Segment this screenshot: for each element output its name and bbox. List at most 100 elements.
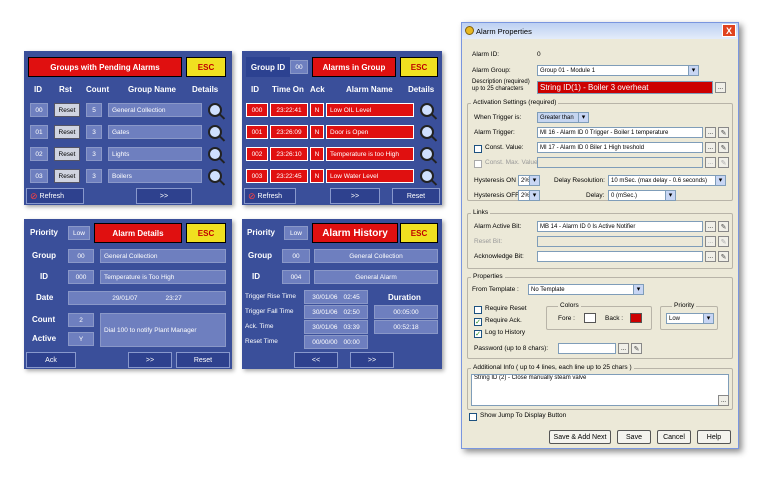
row-time: 23:26:09 bbox=[270, 125, 308, 139]
reset-button[interactable]: Reset bbox=[54, 125, 80, 139]
priority-select[interactable]: Low bbox=[666, 313, 714, 324]
refresh-label: Refresh bbox=[39, 192, 65, 200]
edit-pencil-icon[interactable]: ✎ bbox=[718, 142, 729, 153]
refresh-label: Refresh bbox=[257, 192, 283, 200]
alarm-active-bit-input[interactable]: MB 14 - Alarm ID 0 Is Active Notifier bbox=[537, 221, 703, 232]
hysteresis-on-label: Hysteresis ON bbox=[474, 177, 516, 184]
edit-pencil-icon[interactable]: ✎ bbox=[718, 127, 729, 138]
acknowledge-bit-input[interactable] bbox=[537, 251, 703, 262]
browse-button[interactable]: ... bbox=[705, 251, 716, 262]
reset-button[interactable]: Reset bbox=[54, 103, 80, 117]
const-value-checkbox[interactable] bbox=[474, 145, 482, 153]
refresh-button[interactable]: ⊘ Refresh bbox=[26, 188, 84, 204]
row-ack[interactable]: N bbox=[310, 125, 324, 139]
col-group-name: Group Name bbox=[128, 85, 177, 94]
details-magnifier-icon[interactable] bbox=[208, 147, 222, 161]
show-jump-checkbox[interactable] bbox=[469, 413, 477, 421]
active-label: Active bbox=[32, 334, 57, 343]
reset-button[interactable]: Reset bbox=[54, 147, 80, 161]
details-magnifier-icon[interactable] bbox=[420, 125, 434, 139]
row-time: 23:22:45 bbox=[270, 169, 308, 183]
template-select[interactable]: No Template bbox=[528, 284, 644, 295]
details-magnifier-icon[interactable] bbox=[208, 103, 222, 117]
browse-button: ... bbox=[705, 157, 716, 168]
next-page-button[interactable]: >> bbox=[128, 352, 172, 368]
require-reset-checkbox[interactable] bbox=[474, 306, 482, 314]
fore-color-swatch[interactable] bbox=[584, 313, 596, 323]
delay-resolution-select[interactable]: 10 mSec. (max delay - 0.6 seconds) bbox=[608, 175, 726, 186]
details-magnifier-icon[interactable] bbox=[420, 103, 434, 117]
hysteresis-off-label: Hysteresis OFF bbox=[474, 192, 520, 199]
alarm-id-value: 004 bbox=[282, 270, 310, 284]
next-page-button[interactable]: >> bbox=[330, 188, 380, 204]
ack-button[interactable]: Ack bbox=[26, 352, 76, 368]
row-ack[interactable]: N bbox=[310, 147, 324, 161]
edit-pencil-icon[interactable]: ✎ bbox=[631, 343, 642, 354]
alarm-active-bit-label: Alarm Active Bit: bbox=[474, 223, 522, 230]
browse-button[interactable]: ... bbox=[718, 395, 729, 406]
history-time: 00:00 bbox=[343, 338, 360, 346]
log-history-checkbox[interactable]: ✓ bbox=[474, 330, 482, 338]
history-row-label: Ack. Time bbox=[245, 323, 274, 330]
edit-pencil-icon: ✎ bbox=[718, 236, 729, 247]
duration-label: Duration bbox=[388, 293, 421, 302]
row-ack[interactable]: N bbox=[310, 169, 324, 183]
details-magnifier-icon[interactable] bbox=[208, 169, 222, 183]
history-row-datetime: 30/01/06 02:50 bbox=[304, 305, 368, 319]
const-max-checkbox[interactable] bbox=[474, 160, 482, 168]
delay-select[interactable]: 0 (mSec.) bbox=[608, 190, 676, 201]
history-row-datetime: 30/01/06 03:39 bbox=[304, 320, 368, 334]
description-input[interactable]: String ID(1) - Boiler 3 overheat bbox=[537, 81, 713, 94]
row-alarm-name: Low OIL Level bbox=[326, 103, 414, 117]
alarm-group-select[interactable]: Group 01 - Module 1 bbox=[537, 65, 699, 76]
save-and-add-next-button[interactable]: Save & Add Next bbox=[549, 430, 611, 444]
save-button[interactable]: Save bbox=[617, 430, 651, 444]
hysteresis-on-select[interactable]: 2% bbox=[518, 175, 540, 186]
browse-button[interactable]: ... bbox=[705, 221, 716, 232]
additional-info-textarea[interactable]: String ID (2) - Close manually steam val… bbox=[471, 374, 729, 406]
history-row-datetime: 00/00/00 00:00 bbox=[304, 335, 368, 349]
colors-legend: Colors bbox=[558, 302, 581, 309]
prev-page-button[interactable]: << bbox=[294, 352, 338, 368]
esc-button[interactable]: ESC bbox=[400, 223, 438, 243]
col-ack: Ack bbox=[310, 85, 325, 94]
back-color-swatch[interactable] bbox=[630, 313, 642, 323]
row-time: 23:22:41 bbox=[270, 103, 308, 117]
reset-button[interactable]: Reset bbox=[176, 352, 230, 368]
password-input[interactable] bbox=[558, 343, 616, 354]
alarm-trigger-input[interactable]: MI 16 - Alarm ID 0 Trigger - Boiler 1 te… bbox=[537, 127, 703, 138]
row-alarm-name: Temperature is too High bbox=[326, 147, 414, 161]
row-count: 3 bbox=[86, 169, 102, 183]
next-page-button[interactable]: >> bbox=[136, 188, 192, 204]
browse-button[interactable]: ... bbox=[705, 127, 716, 138]
alarm-group-label: Alarm Group: bbox=[472, 67, 511, 74]
reset-button[interactable]: Reset bbox=[54, 169, 80, 183]
password-label: Password (up to 8 chars): bbox=[474, 345, 549, 352]
browse-button[interactable]: ... bbox=[715, 82, 726, 93]
properties-legend: Properties bbox=[471, 273, 505, 280]
help-button[interactable]: Help bbox=[697, 430, 731, 444]
edit-pencil-icon[interactable]: ✎ bbox=[718, 221, 729, 232]
when-trigger-select[interactable]: Greater than bbox=[537, 112, 589, 123]
const-max-label: Const. Max. Value: bbox=[485, 159, 540, 166]
require-ack-checkbox[interactable]: ✓ bbox=[474, 318, 482, 326]
close-button[interactable]: X bbox=[722, 24, 736, 37]
hysteresis-off-select[interactable]: 2% bbox=[518, 190, 540, 201]
browse-button[interactable]: ... bbox=[705, 142, 716, 153]
next-page-button[interactable]: >> bbox=[350, 352, 394, 368]
row-alarm-name: Low Water Level bbox=[326, 169, 414, 183]
refresh-button[interactable]: ⊘ Refresh bbox=[244, 188, 296, 204]
esc-button[interactable]: ESC bbox=[400, 57, 438, 77]
esc-button[interactable]: ESC bbox=[186, 57, 226, 77]
row-ack[interactable]: N bbox=[310, 103, 324, 117]
details-magnifier-icon[interactable] bbox=[420, 169, 434, 183]
edit-pencil-icon[interactable]: ✎ bbox=[718, 251, 729, 262]
count-label: Count bbox=[32, 315, 56, 324]
reset-button[interactable]: Reset bbox=[392, 188, 440, 204]
const-value-input[interactable]: MI 17 - Alarm ID 0 Biler 1 High treshold bbox=[537, 142, 703, 153]
cancel-button[interactable]: Cancel bbox=[657, 430, 691, 444]
esc-button[interactable]: ESC bbox=[186, 223, 226, 243]
browse-button[interactable]: ... bbox=[618, 343, 629, 354]
details-magnifier-icon[interactable] bbox=[420, 147, 434, 161]
details-magnifier-icon[interactable] bbox=[208, 125, 222, 139]
